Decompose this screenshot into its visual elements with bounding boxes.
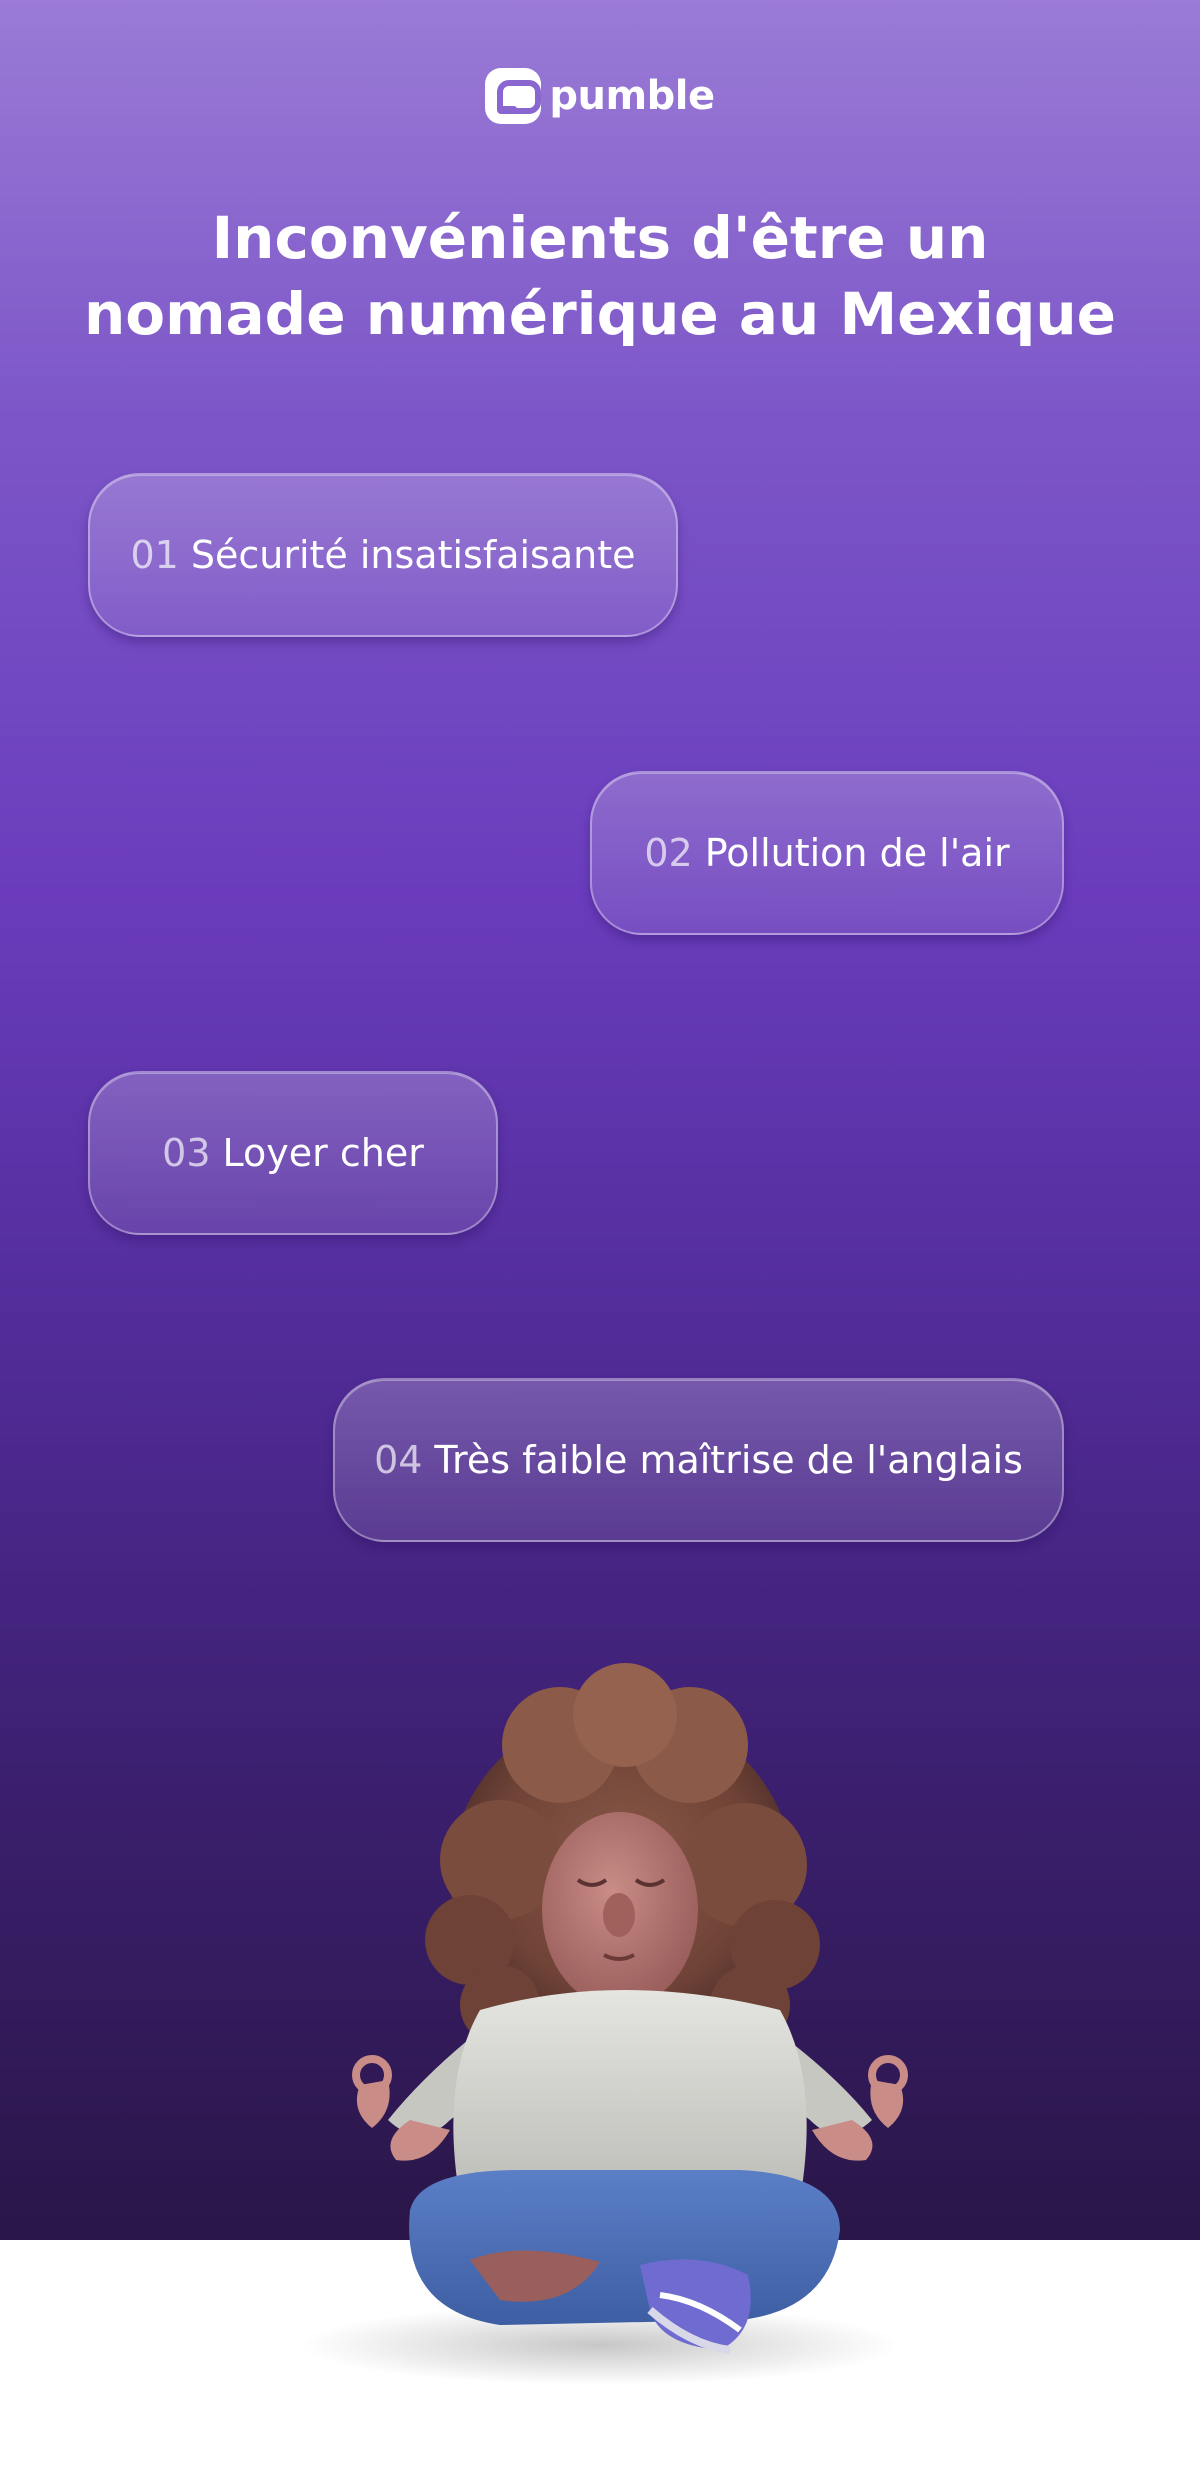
item-label: Loyer cher <box>222 1131 424 1175</box>
item-number: 04 <box>374 1438 423 1482</box>
item-number: 03 <box>162 1131 211 1175</box>
disadvantage-item-3: 03 Loyer cher <box>88 1071 498 1235</box>
disadvantage-item-4: 04 Très faible maîtrise de l'anglais <box>333 1378 1064 1542</box>
brand-logo: pumble <box>0 68 1200 124</box>
disadvantage-item-2: 02 Pollution de l'air <box>590 771 1064 935</box>
item-label: Pollution de l'air <box>704 831 1010 875</box>
hero-background: pumble Inconvénients d'être un nomade nu… <box>0 0 1200 2240</box>
pumble-logo-icon <box>485 68 542 124</box>
item-label: Très faible maîtrise de l'anglais <box>434 1438 1023 1482</box>
item-label: Sécurité insatisfaisante <box>190 533 636 577</box>
item-number: 02 <box>644 831 693 875</box>
item-number: 01 <box>130 533 179 577</box>
page-title: Inconvénients d'être un nomade numérique… <box>83 204 1117 348</box>
brand-name: pumble <box>549 73 715 119</box>
ground-shadow <box>300 2305 900 2385</box>
disadvantage-item-1: 01 Sécurité insatisfaisante <box>88 473 678 637</box>
